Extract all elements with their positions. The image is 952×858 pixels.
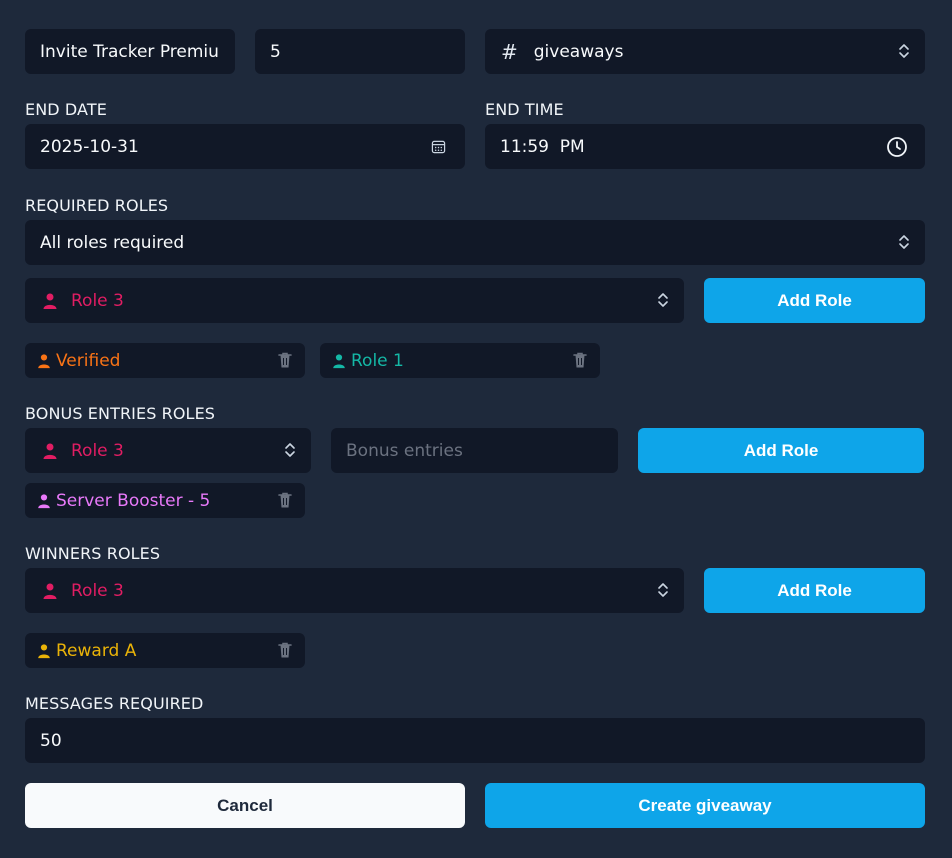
- bonus-roles-label: BONUS ENTRIES ROLES: [25, 404, 216, 423]
- trash-icon[interactable]: [572, 351, 588, 369]
- person-icon: [43, 583, 57, 599]
- trash-icon[interactable]: [277, 641, 293, 659]
- end-time-value: 11:59 PM: [500, 136, 585, 157]
- channel-select-value: giveaways: [533, 41, 624, 62]
- messages-required-label: MESSAGES REQUIRED: [25, 694, 204, 713]
- winners-roles-label: WINNERS ROLES: [25, 544, 161, 563]
- winners-role-select-value: Role 3: [71, 580, 124, 601]
- bonus-role-select[interactable]: Role 3: [25, 428, 311, 473]
- chevron-up-down-icon: [899, 44, 909, 58]
- required-role-select-value: Role 3: [71, 290, 124, 311]
- chevron-up-down-icon: [658, 293, 668, 307]
- bonus-entries-input[interactable]: Bonus entries: [331, 428, 618, 473]
- cancel-button[interactable]: Cancel: [25, 783, 465, 828]
- bonus-entries-placeholder: Bonus entries: [346, 440, 463, 461]
- chevron-up-down-icon: [285, 443, 295, 457]
- end-date-label: END DATE: [25, 100, 107, 119]
- end-time-input[interactable]: 11:59 PM: [485, 124, 925, 169]
- winners-role-chip-label: Reward A: [56, 640, 137, 661]
- bonus-role-chip-label: Server Booster - 5: [56, 490, 211, 511]
- required-role-chip-role1: Role 1: [320, 343, 600, 378]
- required-roles-mode-select[interactable]: All roles required: [25, 220, 925, 265]
- bonus-role-select-value: Role 3: [71, 440, 124, 461]
- messages-required-input[interactable]: 50: [25, 718, 925, 763]
- end-time-label: END TIME: [485, 100, 564, 119]
- person-icon: [43, 293, 57, 309]
- required-role-chip-label: Verified: [56, 350, 121, 371]
- trash-icon[interactable]: [277, 491, 293, 509]
- person-icon: [43, 443, 57, 459]
- chevron-up-down-icon: [899, 235, 909, 249]
- person-icon: [38, 353, 50, 368]
- winners-count-value: 5: [270, 41, 281, 62]
- create-giveaway-button[interactable]: Create giveaway: [485, 783, 925, 828]
- person-icon: [38, 493, 50, 508]
- end-date-value: 2025-10-31: [40, 136, 139, 157]
- end-date-input[interactable]: 2025-10-31: [25, 124, 465, 169]
- prize-input-value: Invite Tracker Premiu: [40, 41, 219, 62]
- winners-count-input[interactable]: 5: [255, 29, 465, 74]
- messages-required-value: 50: [40, 730, 62, 751]
- add-bonus-role-button[interactable]: Add Role: [638, 428, 924, 473]
- hash-icon: #: [501, 39, 518, 64]
- required-role-chip-verified: Verified: [25, 343, 305, 378]
- person-icon: [333, 353, 345, 368]
- prize-input[interactable]: Invite Tracker Premiu: [25, 29, 235, 74]
- calendar-icon[interactable]: [431, 139, 446, 154]
- required-roles-label: REQUIRED ROLES: [25, 196, 169, 215]
- required-role-chip-label: Role 1: [351, 350, 404, 371]
- required-role-select[interactable]: Role 3: [25, 278, 684, 323]
- trash-icon[interactable]: [277, 351, 293, 369]
- channel-select[interactable]: # giveaways: [485, 29, 925, 74]
- add-required-role-button[interactable]: Add Role: [704, 278, 925, 323]
- person-icon: [38, 643, 50, 658]
- winners-role-chip-reward-a: Reward A: [25, 633, 305, 668]
- required-roles-mode-value: All roles required: [40, 232, 185, 253]
- winners-role-select[interactable]: Role 3: [25, 568, 684, 613]
- clock-icon[interactable]: [886, 136, 908, 158]
- bonus-role-chip-server-booster: Server Booster - 5: [25, 483, 305, 518]
- chevron-up-down-icon: [658, 583, 668, 597]
- add-winners-role-button[interactable]: Add Role: [704, 568, 925, 613]
